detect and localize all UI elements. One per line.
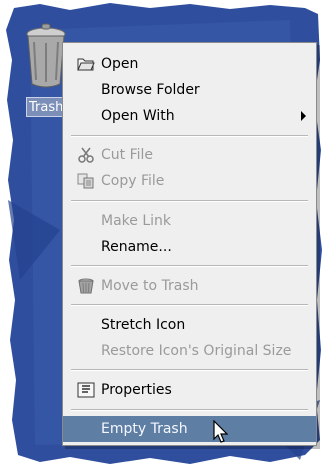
menu-separator [71, 200, 308, 202]
menu-item-label: Stretch Icon [101, 317, 186, 333]
trash-icon [77, 278, 95, 294]
menu-item-open[interactable]: Open [63, 51, 316, 77]
menu-item-label: Browse Folder [101, 82, 200, 98]
menu-item-stretch-icon[interactable]: Stretch Icon [63, 312, 316, 338]
menu-item-make-link[interactable]: Make Link [63, 208, 316, 234]
trash-icon-label: Trash [26, 97, 66, 117]
menu-item-empty-trash[interactable]: Empty Trash [63, 416, 316, 442]
folder-icon [77, 56, 95, 72]
menu-item-label: Make Link [101, 213, 171, 229]
menu-item-rename[interactable]: Rename... [63, 234, 316, 260]
mouse-cursor-icon [213, 420, 229, 443]
menu-item-properties[interactable]: Properties [63, 377, 316, 403]
menu-separator [71, 304, 308, 306]
properties-icon [77, 382, 95, 398]
menu-item-label: Restore Icon's Original Size [101, 343, 292, 359]
menu-item-label: Properties [101, 382, 172, 398]
menu-separator [71, 409, 308, 411]
context-menu: Open Browse Folder Open With Cut File Co… [62, 42, 317, 446]
menu-item-browse-folder[interactable]: Browse Folder [63, 77, 316, 103]
menu-separator [71, 369, 308, 371]
menu-item-restore-icon-size[interactable]: Restore Icon's Original Size [63, 338, 316, 364]
submenu-arrow-icon [301, 111, 306, 121]
menu-item-label: Empty Trash [101, 421, 188, 437]
menu-item-cut-file[interactable]: Cut File [63, 142, 316, 168]
menu-item-label: Move to Trash [101, 278, 199, 294]
menu-item-move-to-trash[interactable]: Move to Trash [63, 273, 316, 299]
menu-item-label: Open With [101, 108, 175, 124]
menu-separator [71, 135, 308, 137]
copy-icon [77, 173, 95, 189]
menu-item-copy-file[interactable]: Copy File [63, 168, 316, 194]
menu-item-open-with[interactable]: Open With [63, 103, 316, 129]
menu-item-label: Rename... [101, 239, 172, 255]
menu-item-label: Cut File [101, 147, 154, 163]
menu-separator [71, 265, 308, 267]
menu-item-label: Copy File [101, 173, 165, 189]
menu-item-label: Open [101, 56, 139, 72]
scissors-icon [77, 147, 95, 163]
